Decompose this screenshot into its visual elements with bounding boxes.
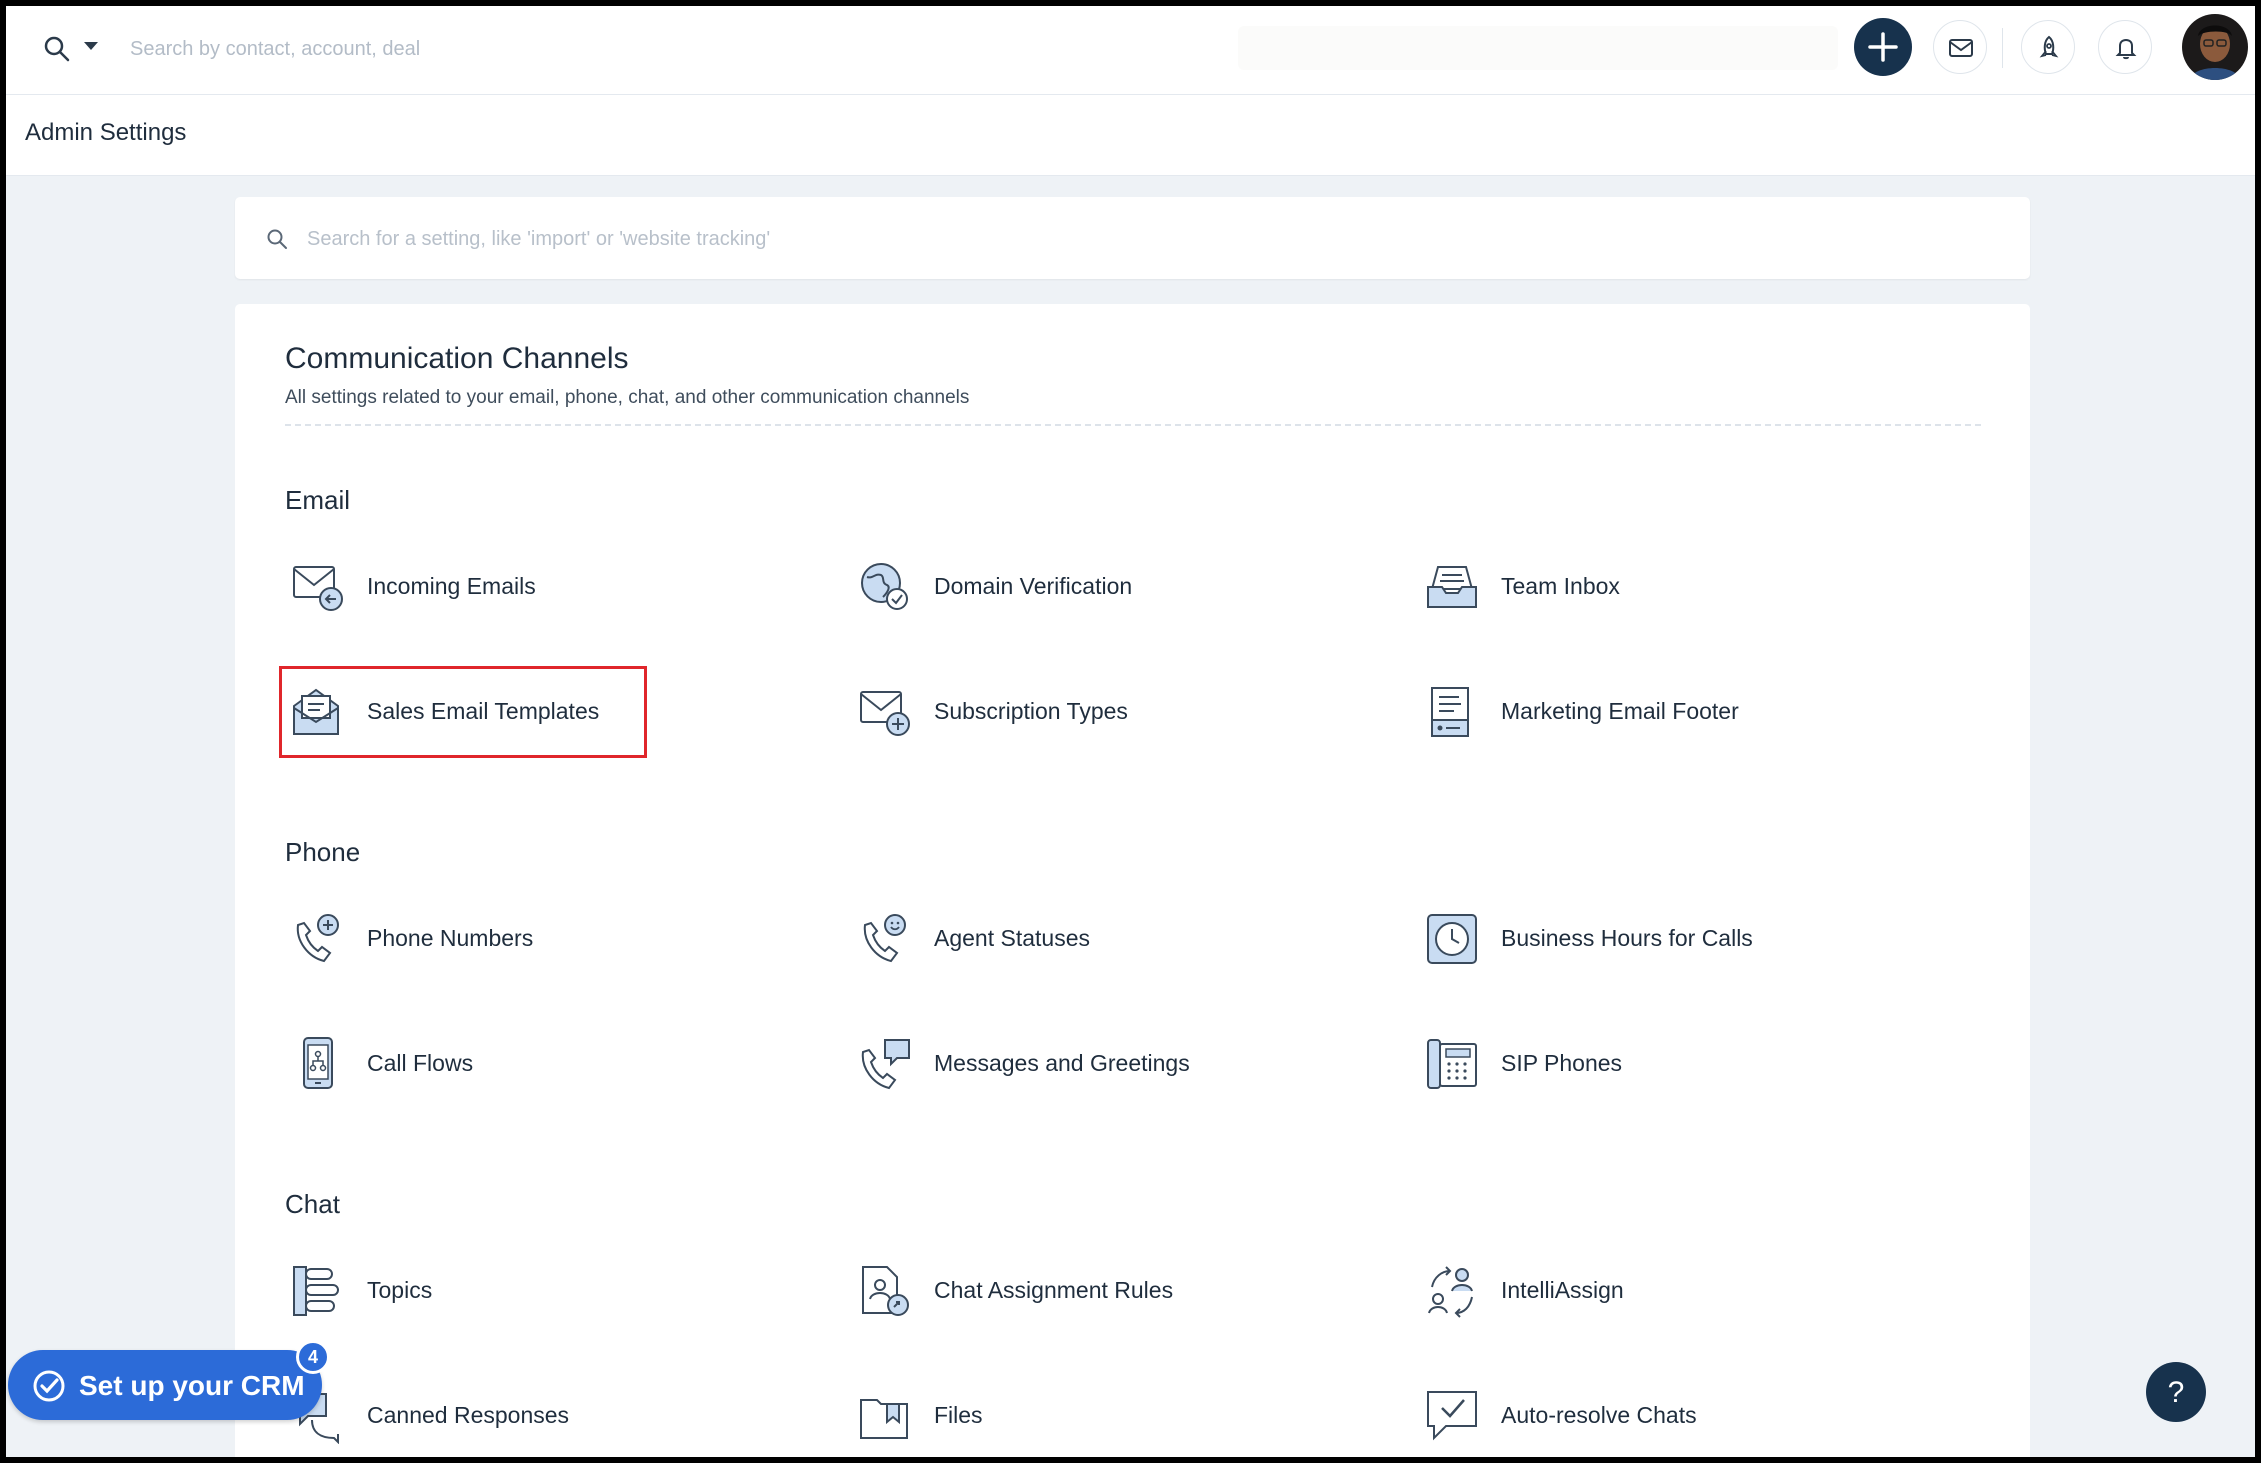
phone-plus-icon [296,914,339,963]
global-search-input[interactable] [128,26,592,72]
top-bar-blank-field [1238,26,1838,70]
setup-crm-label: Set up your CRM [79,1370,305,1401]
avatar[interactable] [2182,14,2248,80]
topics-list-icon [293,1266,339,1316]
setting-label: IntelliAssign [1501,1277,1624,1303]
document-footer-icon [1431,687,1469,737]
add-button[interactable] [1854,18,1912,76]
setting-label: Business Hours for Calls [1501,925,1753,951]
help-button[interactable]: ? [2146,1362,2206,1422]
envelope-plus-icon [860,691,910,736]
top-bar-divider [2002,28,2003,68]
setting-label: Call Flows [367,1050,474,1076]
mobile-flow-icon [303,1037,333,1089]
phone-smiley-icon [863,914,906,963]
section-title-chat: Chat [285,1189,340,1219]
check-circle-icon [33,1370,65,1402]
search-icon[interactable] [42,34,72,64]
chat-check-icon [1427,1391,1477,1441]
setting-label: Agent Statuses [934,925,1090,951]
setup-count-badge: 4 [296,1340,330,1374]
setting-label: Marketing Email Footer [1501,698,1739,724]
open-envelope-icon [293,688,339,735]
search-icon [267,229,287,249]
chevron-down-icon[interactable] [84,42,98,50]
divider [285,424,1981,426]
mail-icon [1949,39,1973,57]
setting-label: Phone Numbers [367,925,534,951]
settings-search-bar [235,197,2030,279]
communication-channels-card: Communication Channels All settings rela… [235,304,2030,1457]
setting-label: Topics [367,1277,433,1303]
desk-phone-icon [1427,1039,1477,1089]
folder-bookmark-icon [860,1399,908,1439]
rocket-icon [2039,35,2059,58]
phone-chat-icon [861,1039,910,1090]
bell-icon [2115,38,2137,60]
clock-icon [1427,914,1477,964]
setting-label: Domain Verification [934,573,1133,599]
settings-search-input[interactable] [305,217,2009,261]
setting-label: Subscription Types [934,698,1128,724]
notifications-button[interactable] [2098,20,2152,74]
setting-label: Auto-resolve Chats [1501,1402,1697,1428]
setting-label: Chat Assignment Rules [934,1277,1174,1303]
setting-label: Messages and Greetings [934,1050,1190,1076]
section-title-email: Email [285,485,351,515]
card-subtitle: All settings related to your email, phon… [285,387,970,408]
setting-label: SIP Phones [1501,1050,1623,1076]
section-title-phone: Phone [285,837,361,867]
user-photo-icon [2182,14,2248,80]
sub-header: Admin Settings [6,95,2255,176]
getting-started-button[interactable] [2021,20,2075,74]
setting-label: Files [934,1402,983,1428]
setting-label: Canned Responses [367,1402,570,1428]
setting-label: Team Inbox [1501,573,1620,599]
page-title: Admin Settings [25,119,187,146]
plus-icon [1868,32,1898,62]
setup-crm-button[interactable]: Set up your CRM [8,1350,322,1420]
app-window: Admin Settings Communication Channels Al… [6,6,2255,1457]
setting-label: Sales Email Templates [367,698,600,724]
top-bar [6,6,2255,95]
globe-check-icon [861,563,908,610]
setting-label: Incoming Emails [367,573,536,599]
email-button[interactable] [1933,20,1987,74]
inbox-tray-icon [1427,566,1477,608]
users-cycle-icon [1428,1266,1473,1318]
envelope-arrow-icon [293,566,343,611]
document-user-icon [862,1266,909,1316]
card-title: Communication Channels [285,342,629,375]
